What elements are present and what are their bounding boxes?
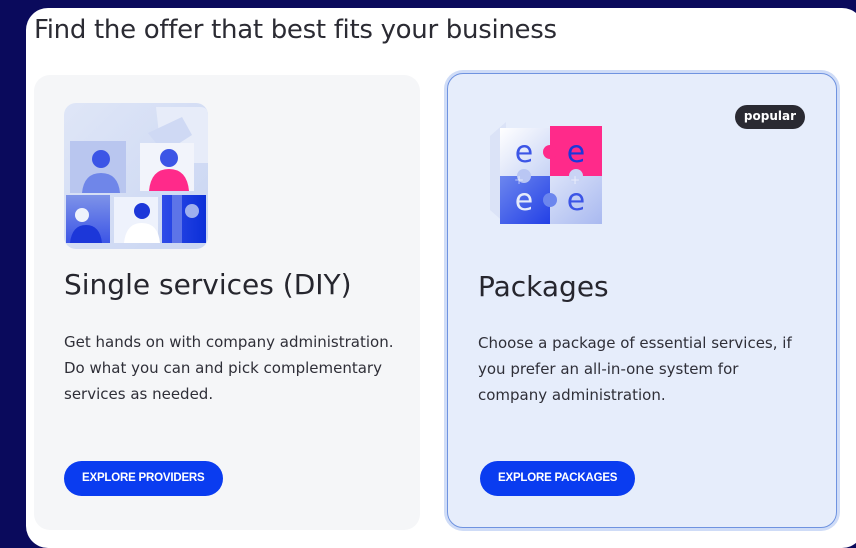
people-grid-illustration [64,103,208,249]
puzzle-letter: e [567,183,585,218]
offer-description: Choose a package of essential services, … [478,334,792,404]
explore-packages-button[interactable]: EXPLORE PACKAGES [480,461,636,496]
puzzle-letter: e [567,135,585,170]
puzzle-letter: e [515,135,533,170]
offer-description: Get hands on with company administration… [64,333,394,403]
explore-providers-button[interactable]: EXPLORE PROVIDERS [64,461,223,496]
puzzle-pieces-illustration: e e e e + + [490,122,602,224]
svg-text:+: + [514,173,524,187]
svg-text:+: + [570,173,580,187]
offer-card-packages[interactable]: popular e e e e + + Packages Choose a pa… [447,73,837,528]
popular-badge: popular [734,105,805,129]
offer-title: Single services (DIY) [64,268,352,301]
page-title: Find the offer that best fits your busin… [34,15,557,45]
offer-card-single-services[interactable]: Single services (DIY) Get hands on with … [34,75,420,530]
puzzle-letter: e [515,183,533,218]
offer-title: Packages [478,270,609,303]
